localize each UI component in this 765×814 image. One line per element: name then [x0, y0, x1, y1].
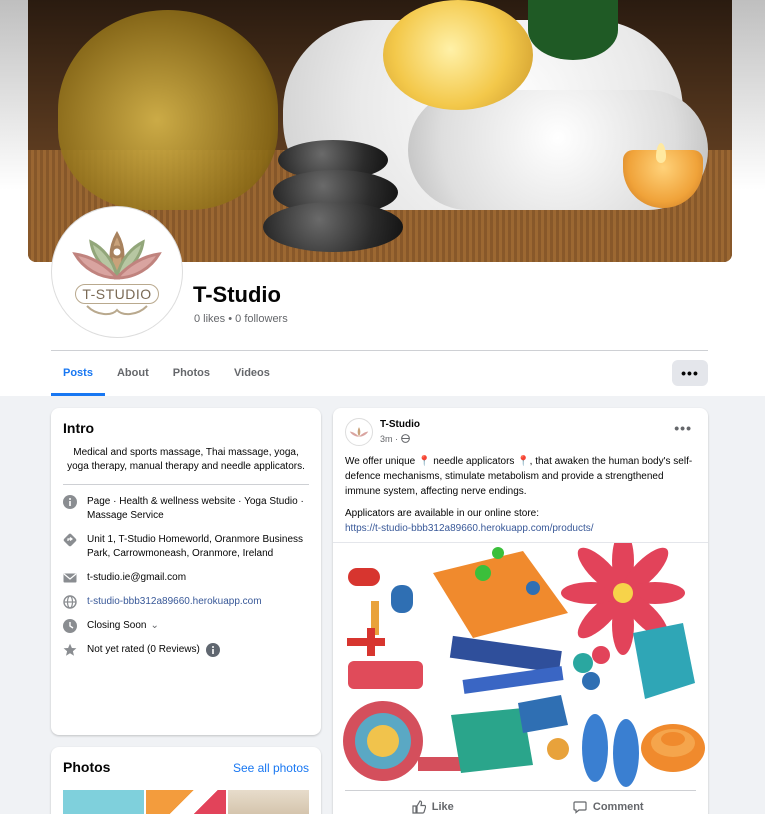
like-label: Like	[431, 800, 454, 813]
needle-applicators-photo	[343, 531, 705, 787]
website-link[interactable]: t-studio-bbb312a89660.herokuapp.com	[87, 595, 262, 609]
comment-icon	[573, 800, 587, 814]
intro-title: Intro	[63, 420, 95, 436]
photo-thumbnail[interactable]	[63, 790, 144, 814]
like-button[interactable]: Like	[345, 791, 521, 814]
photo-thumbnail[interactable]	[145, 790, 227, 814]
website-row: t-studio-bbb312a89660.herokuapp.com	[63, 595, 309, 609]
rose-graphic	[383, 0, 533, 110]
hours-text: Closing Soon	[87, 620, 147, 631]
globe-icon	[400, 434, 410, 443]
post-image[interactable]	[333, 531, 708, 787]
info-icon	[63, 495, 77, 509]
intro-bio: Medical and sports massage, Thai massage…	[63, 446, 309, 485]
photo-thumbnails	[63, 790, 310, 814]
address-row: Unit 1, T-Studio Homeworld, Oranmore Bus…	[63, 533, 309, 561]
post-paragraph: We offer unique 📍 needle applicators 📍, …	[345, 456, 693, 497]
post-store-link[interactable]: https://t-studio-bbb312a89660.herokuapp.…	[345, 523, 594, 534]
post-more-button[interactable]: •••	[674, 420, 692, 436]
stone-graphic	[263, 202, 403, 252]
thumbs-up-icon	[412, 799, 426, 814]
category-row: Page · Health & wellness website · Yoga …	[63, 495, 309, 523]
hands-logo-icon	[86, 305, 148, 316]
directions-icon	[63, 533, 77, 547]
clock-icon	[63, 619, 77, 633]
star-icon	[63, 643, 77, 656]
tab-photos[interactable]: Photos	[161, 351, 222, 396]
comment-button[interactable]: Comment	[521, 791, 697, 814]
globe-icon	[63, 595, 77, 609]
page-stats: 0 likes • 0 followers	[194, 313, 288, 325]
photos-card: Photos See all photos	[51, 747, 321, 814]
lotus-logo-icon	[72, 230, 162, 280]
comment-label: Comment	[592, 800, 644, 813]
email-text[interactable]: t-studio.ie@gmail.com	[87, 571, 186, 585]
hours-row[interactable]: Closing Soon ⌄	[63, 619, 309, 633]
post-author-name[interactable]: T-Studio	[380, 419, 420, 430]
tab-about[interactable]: About	[105, 351, 161, 396]
page-tabs: Posts About Photos Videos	[51, 351, 282, 396]
post-store-text: Applicators are available in our online …	[345, 508, 539, 519]
post-text: We offer unique 📍 needle applicators 📍, …	[345, 454, 697, 543]
rating-text: Not yet rated (0 Reviews)	[87, 644, 200, 655]
category-text: Page · Health & wellness website · Yoga …	[87, 496, 304, 521]
photo-thumbnail[interactable]	[228, 790, 310, 814]
page-avatar[interactable]: T-STUDIO	[52, 207, 182, 337]
post-paragraph: Applicators are available in our online …	[345, 506, 697, 536]
page-title: T-Studio	[193, 282, 281, 307]
info-icon[interactable]	[205, 643, 220, 657]
rating-row: Not yet rated (0 Reviews)	[63, 643, 309, 657]
tab-videos[interactable]: Videos	[222, 351, 282, 396]
mail-icon	[63, 573, 77, 583]
leaf-graphic	[528, 0, 618, 60]
post-card: T-Studio 3m · ••• We offer unique 📍 need…	[333, 408, 708, 814]
logo-text: T-STUDIO	[75, 284, 159, 304]
more-options-button[interactable]: •••	[672, 360, 708, 386]
lotus-logo-icon	[349, 427, 369, 437]
chevron-down-icon: ⌄	[150, 620, 159, 631]
tab-posts[interactable]: Posts	[51, 351, 105, 396]
post-actions: Like Comment	[345, 790, 696, 814]
see-all-photos-link[interactable]: See all photos	[233, 761, 309, 775]
intro-card: Intro Medical and sports massage, Thai m…	[51, 408, 321, 735]
post-time-text: 3m ·	[380, 434, 398, 444]
address-text: Unit 1, T-Studio Homeworld, Oranmore Bus…	[87, 534, 304, 559]
post-timestamp[interactable]: 3m ·	[380, 434, 410, 444]
post-author-avatar[interactable]	[345, 418, 373, 446]
oil-bottle-graphic	[58, 10, 278, 210]
email-row: t-studio.ie@gmail.com	[63, 571, 309, 585]
